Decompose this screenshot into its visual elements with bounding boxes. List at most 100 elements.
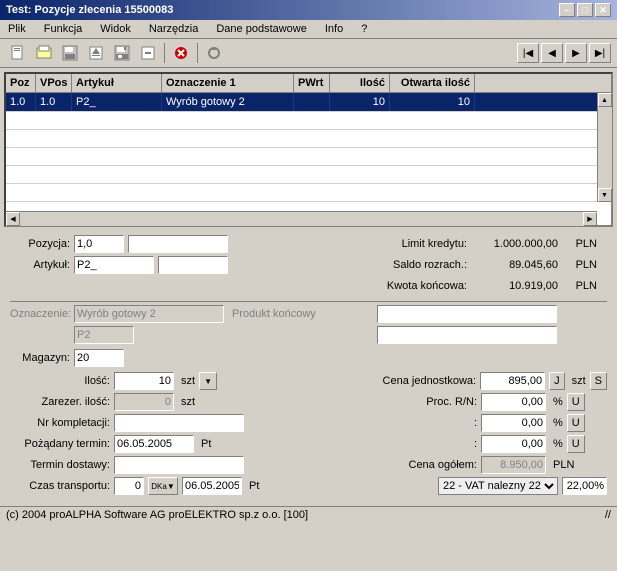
- vat-pct-input[interactable]: [562, 477, 607, 495]
- toolbar-btn-4[interactable]: [84, 42, 108, 64]
- artykul-input[interactable]: [74, 256, 154, 274]
- toolbar: |◀ ◀ ▶ ▶|: [0, 39, 617, 68]
- oznaczenie-input: [74, 305, 224, 323]
- nr-kompletacji-row: Nr kompletacji:: [10, 414, 369, 432]
- proc-u-btn-1[interactable]: U: [567, 393, 585, 411]
- maximize-button[interactable]: □: [577, 3, 593, 17]
- pozadany-unit: Pt: [201, 438, 211, 450]
- separator-line: [10, 301, 607, 302]
- right-credit-panel: Limit kredytu: PLN Saldo rozrach.: PLN K…: [377, 235, 607, 298]
- cena-jed-input[interactable]: [480, 372, 545, 390]
- pozycja-input-2[interactable]: [128, 235, 228, 253]
- menu-narzedzia[interactable]: Narzędzia: [145, 22, 203, 36]
- nav-first[interactable]: |◀: [517, 43, 539, 63]
- cena-j-btn[interactable]: J: [549, 372, 565, 390]
- nav-prev[interactable]: ◀: [541, 43, 563, 63]
- scroll-up[interactable]: ▲: [598, 93, 612, 107]
- cena-szt: szt: [572, 375, 586, 387]
- toolbar-btn-delete[interactable]: [169, 42, 193, 64]
- termin-input[interactable]: [114, 456, 244, 474]
- czas-unit-dropdown[interactable]: DKa▼: [148, 477, 178, 495]
- saldo-input: [471, 256, 561, 274]
- p2-input: [74, 326, 134, 344]
- scroll-down[interactable]: ▼: [598, 188, 612, 202]
- toolbar-btn-2[interactable]: [32, 42, 56, 64]
- proc-rn-input[interactable]: [481, 393, 546, 411]
- pozycja-row: Pozycja:: [10, 235, 369, 253]
- vat-select[interactable]: 22 - VAT nalezny 22 %: [438, 477, 558, 495]
- col-oznaczenie: Oznaczenie 1: [162, 74, 294, 92]
- proc-u-btn-3[interactable]: U: [567, 435, 585, 453]
- table-row[interactable]: 1.0 1.0 P2_ Wyrób gotowy 2 10 10: [6, 93, 611, 112]
- form-right-col: Cena jednostkowa: J szt S Proc. R/N: % U…: [377, 372, 607, 498]
- cell-poz: 1.0: [6, 93, 36, 111]
- menu-dane-podstawowe[interactable]: Dane podstawowe: [212, 22, 311, 36]
- grid-header: Poz VPos Artykuł Oznaczenie 1 PWrt Ilość…: [6, 74, 611, 93]
- col-artykul: Artykuł: [72, 74, 162, 92]
- vertical-scrollbar[interactable]: ▲ ▼: [597, 93, 611, 202]
- right-input-1[interactable]: [377, 305, 557, 323]
- proc-colon-2: :: [377, 438, 477, 450]
- czas-input[interactable]: [114, 477, 144, 495]
- kwota-input: [471, 277, 561, 295]
- cena-og-input: [481, 456, 546, 474]
- cena-jed-label: Cena jednostkowa:: [377, 375, 476, 387]
- cell-vpos: 1.0: [36, 93, 72, 111]
- form-left-col: Ilość: szt ▼ Zarezer. ilość: szt Nr komp…: [10, 372, 369, 498]
- cena-ogolna-row: Cena ogółem: PLN: [377, 456, 607, 474]
- saldo-row: Saldo rozrach.: PLN: [377, 256, 607, 274]
- proc-input-3[interactable]: [481, 435, 546, 453]
- toolbar-btn-save[interactable]: [110, 42, 134, 64]
- hscroll-left[interactable]: ◀: [6, 212, 20, 226]
- cell-otwarta: 10: [390, 93, 475, 111]
- right-blank-1: [377, 305, 607, 323]
- toolbar-btn-3[interactable]: [58, 42, 82, 64]
- table-row: [6, 148, 611, 166]
- ilosc-dropdown[interactable]: ▼: [199, 372, 217, 390]
- nav-last[interactable]: ▶|: [589, 43, 611, 63]
- main-form-columns: Ilość: szt ▼ Zarezer. ilość: szt Nr komp…: [10, 372, 607, 498]
- pozycja-input[interactable]: [74, 235, 124, 253]
- toolbar-btn-5[interactable]: [136, 42, 160, 64]
- zarezer-label: Zarezer. ilość:: [10, 396, 110, 408]
- col-poz: Poz: [6, 74, 36, 92]
- magazyn-label: Magazyn:: [10, 352, 70, 364]
- kwota-unit: PLN: [567, 280, 597, 292]
- left-form: Pozycja: Artykuł:: [10, 235, 369, 298]
- menu-funkcja[interactable]: Funkcja: [40, 22, 87, 36]
- oznaczenie-section: Oznaczenie: Produkt końcowy: [10, 305, 607, 347]
- artykul-input-2[interactable]: [158, 256, 228, 274]
- menu-info[interactable]: Info: [321, 22, 347, 36]
- horizontal-scrollbar[interactable]: ◀ ▶: [6, 211, 597, 225]
- ilosc-label: Ilość:: [10, 375, 110, 387]
- status-bar: (c) 2004 proALPHA Software AG proELEKTRO…: [0, 506, 617, 523]
- status-right: //: [605, 509, 611, 521]
- menu-help[interactable]: ?: [357, 22, 371, 36]
- grid-body: 1.0 1.0 P2_ Wyrób gotowy 2 10 10 ▲ ▼: [6, 93, 611, 202]
- right-input-2[interactable]: [377, 326, 557, 344]
- nr-kompletacji-input[interactable]: [114, 414, 244, 432]
- menu-widok[interactable]: Widok: [96, 22, 135, 36]
- proc-input-2[interactable]: [481, 414, 546, 432]
- cell-oznaczenie: Wyrób gotowy 2: [162, 93, 294, 111]
- magazyn-row: Magazyn:: [10, 349, 607, 367]
- minimize-button[interactable]: –: [559, 3, 575, 17]
- nr-kompletacji-label: Nr kompletacji:: [10, 417, 110, 429]
- toolbar-btn-1[interactable]: [6, 42, 30, 64]
- window-title: Test: Pozycje zlecenia 15500083: [6, 4, 173, 16]
- close-button[interactable]: ✕: [595, 3, 611, 17]
- proc-colon-1: :: [377, 417, 477, 429]
- hscroll-right[interactable]: ▶: [583, 212, 597, 226]
- czas-date-input[interactable]: [182, 477, 242, 495]
- proc-pct-2: %: [553, 417, 563, 429]
- proc-rn-row: Proc. R/N: % U: [377, 393, 607, 411]
- magazyn-input[interactable]: [74, 349, 124, 367]
- proc-u-btn-2[interactable]: U: [567, 414, 585, 432]
- nav-next[interactable]: ▶: [565, 43, 587, 63]
- toolbar-btn-refresh[interactable]: [202, 42, 226, 64]
- cena-s-btn[interactable]: S: [590, 372, 607, 390]
- menu-plik[interactable]: Plik: [4, 22, 30, 36]
- ilosc-input[interactable]: [114, 372, 174, 390]
- saldo-label: Saldo rozrach.:: [377, 259, 467, 271]
- pozadany-input[interactable]: [114, 435, 194, 453]
